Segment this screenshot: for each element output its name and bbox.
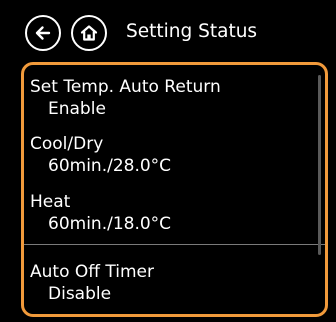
arrow-left-icon [35,26,51,40]
setting-value: Enable [48,99,106,119]
header-bar: Setting Status [0,0,336,62]
setting-value: 60min./18.0°C [48,214,172,234]
home-icon [80,25,98,41]
page-title: Setting Status [126,21,258,42]
setting-auto-off-timer: Auto Off Timer Disable [30,261,317,305]
setting-value: 60min./28.0°C [48,156,172,176]
settings-status-panel: Set Temp. Auto Return Enable Cool/Dry 60… [21,62,328,317]
setting-heat: Heat 60min./18.0°C [30,191,317,235]
setting-label: Heat [30,192,71,212]
home-button[interactable] [71,15,107,51]
setting-value: Disable [48,284,112,304]
divider [24,244,325,245]
setting-label: Auto Off Timer [30,262,154,282]
setting-cool-dry: Cool/Dry 60min./28.0°C [30,133,317,177]
setting-label: Set Temp. Auto Return [30,77,221,97]
scrollbar[interactable] [318,75,321,255]
setting-label: Cool/Dry [30,134,104,154]
back-button[interactable] [25,15,61,51]
setting-set-temp-auto-return: Set Temp. Auto Return Enable [30,76,317,120]
